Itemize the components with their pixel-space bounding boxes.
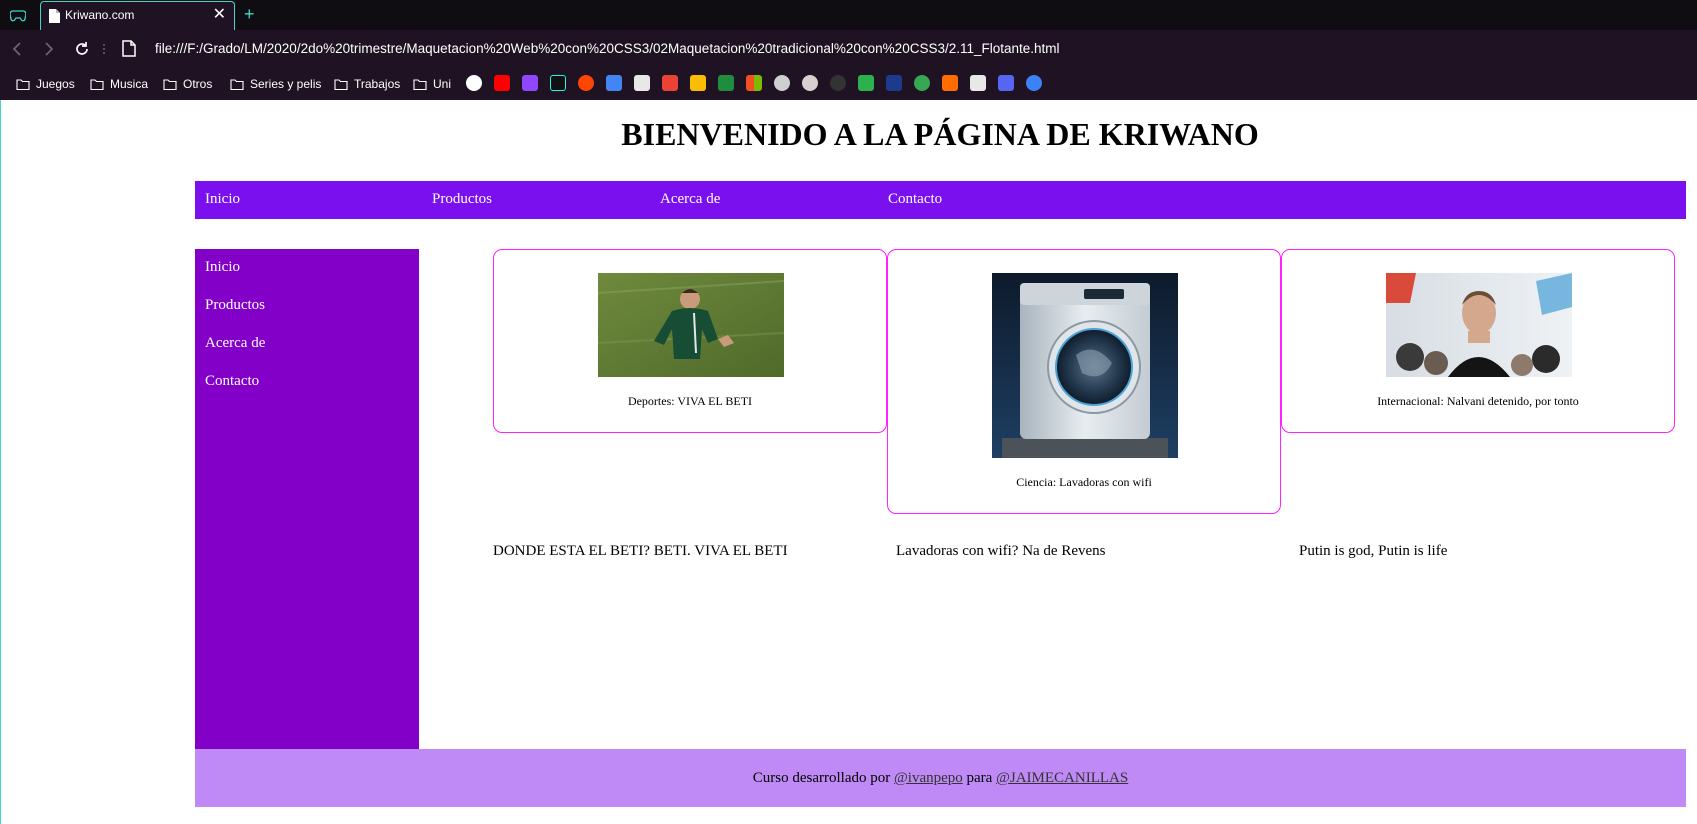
back-icon[interactable]	[8, 39, 28, 59]
footer-text: para	[962, 770, 997, 786]
translate-icon[interactable]	[606, 75, 622, 91]
document-icon	[49, 9, 60, 28]
folder-icon	[230, 78, 244, 90]
gamepad-icon[interactable]	[9, 8, 27, 22]
bookmark-folder-uni[interactable]: Uni	[413, 75, 451, 93]
tab-title: Kriwano.com	[65, 8, 135, 22]
fcm-icon[interactable]	[886, 75, 902, 91]
tiktok-icon[interactable]	[550, 75, 566, 91]
article-text-3: Putin is god, Putin is life	[1299, 543, 1448, 559]
topnav-link-inicio[interactable]: Inicio	[205, 191, 240, 208]
side-navigation: Inicio Productos Acerca de Contacto	[195, 249, 419, 749]
article-text-2: Lavadoras con wifi? Na de Revens	[896, 543, 1106, 559]
news-card-deportes: Deportes: VIVA EL BETI	[493, 249, 887, 433]
feedly-icon[interactable]	[858, 75, 874, 91]
microsoft-icon[interactable]	[746, 75, 762, 91]
youtube-icon[interactable]	[494, 75, 510, 91]
google-icon[interactable]	[466, 75, 482, 91]
folder-icon	[16, 78, 30, 90]
bookmarks-bar: Juegos Musica Otros Series y pelis Traba…	[0, 68, 1697, 100]
bookmark-folder-juegos[interactable]: Juegos	[16, 75, 75, 93]
twitch-icon[interactable]	[522, 75, 538, 91]
card-caption: Ciencia: Lavadoras con wifi	[1016, 475, 1152, 489]
discord-icon[interactable]	[998, 75, 1014, 91]
c-icon[interactable]	[1026, 75, 1042, 91]
avatar-icon[interactable]	[774, 75, 790, 91]
sidenav-link-contacto[interactable]: Contacto	[205, 373, 259, 390]
card-caption: Internacional: Nalvani detenido, por ton…	[1377, 394, 1579, 408]
topnav-link-acerca[interactable]: Acerca de	[660, 191, 720, 208]
forward-icon[interactable]	[38, 39, 58, 59]
gmail-icon[interactable]	[662, 75, 678, 91]
address-bar[interactable]: file:///F:/Grado/LM/2020/2do%20trimestre…	[155, 41, 1060, 56]
close-tab-icon[interactable]: ✕	[213, 6, 226, 24]
footer-text: Curso desarrollado por	[752, 770, 894, 786]
file-page-icon[interactable]	[122, 40, 136, 62]
doc2-icon[interactable]	[970, 75, 986, 91]
folder-icon	[334, 78, 348, 90]
topnav-link-productos[interactable]: Productos	[432, 191, 492, 208]
news-card-internacional: Internacional: Nalvani detenido, por ton…	[1281, 249, 1675, 433]
footer-link-ivanpepo[interactable]: @ivanpepo	[894, 770, 963, 786]
reload-icon[interactable]	[72, 39, 92, 59]
classroom-icon[interactable]	[718, 75, 734, 91]
bookmark-folder-trabajos[interactable]: Trabajos	[334, 75, 400, 93]
sidenav-link-productos[interactable]: Productos	[205, 297, 265, 314]
q-icon[interactable]	[914, 75, 930, 91]
bookmark-folder-musica[interactable]: Musica	[90, 75, 148, 93]
bookmark-folder-series[interactable]: Series y pelis	[230, 75, 321, 93]
sidenav-link-inicio[interactable]: Inicio	[205, 259, 240, 276]
footer-link-jaimecanillas[interactable]: @JAIMECANILLAS	[996, 770, 1128, 786]
topnav-link-contacto[interactable]: Contacto	[888, 191, 942, 208]
reddit-icon[interactable]	[578, 75, 594, 91]
washing-machine-photo	[992, 273, 1178, 458]
protest-man-photo	[1386, 273, 1572, 377]
sidenav-link-acerca[interactable]: Acerca de	[205, 335, 265, 352]
top-navigation: Inicio Productos Acerca de Contacto	[195, 181, 1686, 219]
separator-dots-icon	[100, 39, 120, 59]
doc-icon[interactable]	[634, 75, 650, 91]
page-title: BIENVENIDO A LA PÁGINA DE KRIWANO	[621, 116, 1259, 152]
new-tab-button[interactable]: +	[244, 4, 255, 24]
card-caption: Deportes: VIVA EL BETI	[627, 394, 753, 408]
ft-icon[interactable]	[942, 75, 958, 91]
sevilla-icon[interactable]	[802, 75, 818, 91]
site-footer: Curso desarrollado por @ivanpepo para @J…	[195, 749, 1686, 807]
browser-tab[interactable]: Kriwano.com ✕	[40, 1, 235, 30]
folder-icon	[90, 78, 104, 90]
browser-tab-bar: Kriwano.com ✕ +	[0, 0, 1697, 30]
window-edge	[0, 100, 1, 824]
soccer-player-photo	[598, 273, 784, 377]
browser-toolbar: file:///F:/Grado/LM/2020/2do%20trimestre…	[0, 30, 1697, 68]
article-text-1: DONDE ESTA EL BETI? BETI. VIVA EL BETI	[493, 543, 788, 559]
drive-icon[interactable]	[690, 75, 706, 91]
folder-icon	[163, 78, 177, 90]
news-card-ciencia: Ciencia: Lavadoras con wifi	[887, 249, 1281, 514]
bookmark-folder-otros[interactable]: Otros	[163, 75, 212, 93]
github-icon[interactable]	[830, 75, 846, 91]
folder-icon	[413, 78, 427, 90]
